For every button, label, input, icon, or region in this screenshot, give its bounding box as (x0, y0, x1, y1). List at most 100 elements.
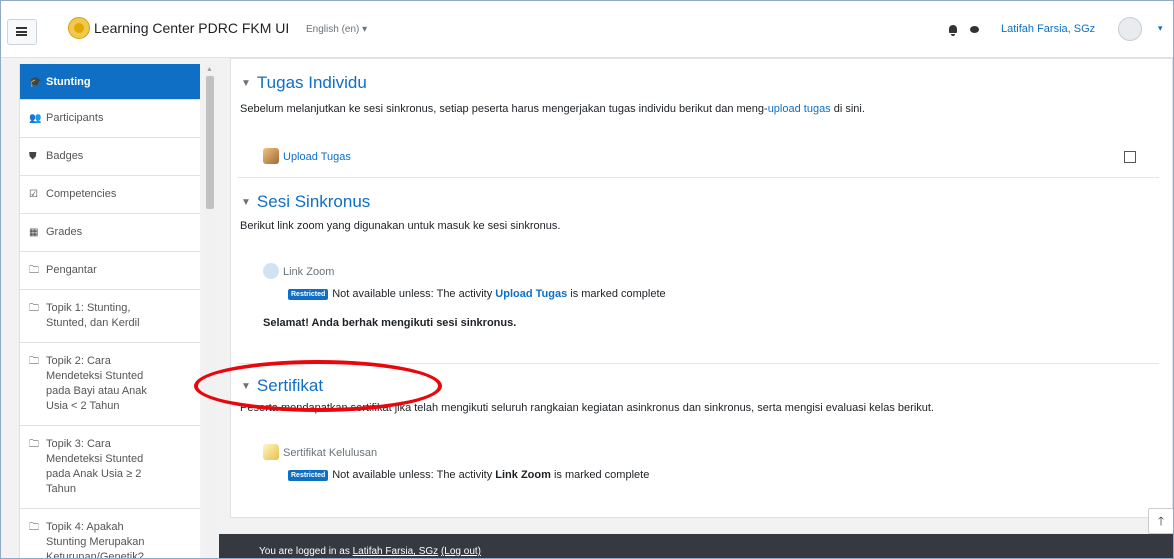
caret-down-icon[interactable]: ▾ (1158, 23, 1163, 34)
avatar[interactable] (1118, 17, 1142, 41)
site-logo[interactable] (68, 17, 90, 39)
sidebar-item-line: Tahun (46, 483, 76, 495)
sidebar-item-line: Participants (46, 112, 104, 124)
sidebar-item-label: Participants (46, 111, 176, 126)
restriction-activity-link[interactable]: Upload Tugas (495, 288, 567, 300)
completion-checkbox[interactable] (1124, 151, 1136, 163)
restriction-activity-name: Link Zoom (495, 469, 551, 481)
restriction-text-end: is marked complete (567, 288, 666, 300)
sidebar-item-line: Stunted, dan Kerdil (46, 317, 140, 329)
nav-drawer: 🎓 Stunting 👥 Participants ⛊ Badges ☑ Competenci… (1, 58, 219, 559)
login-info-prefix: You are logged in as (259, 546, 353, 557)
sidebar-item[interactable]: 🗀 Topik 4: Apakah Stunting Merupakan Keturu… (20, 509, 200, 559)
collapse-icon[interactable]: ▼ (241, 78, 251, 89)
summary-text: Sebelum melanjutkan ke sesi sinkronus, s… (240, 103, 768, 115)
login-info: You are logged in as Latifah Farsia, SGz… (259, 546, 481, 557)
sidebar-item-label: Badges (46, 149, 176, 164)
section-title[interactable]: ▼ Sesi Sinkronus (241, 192, 370, 212)
collapse-icon[interactable]: ▼ (241, 197, 251, 208)
scrollbar-thumb[interactable] (206, 76, 214, 209)
sidebar-item-label: Competencies (46, 187, 176, 202)
profile-link[interactable]: Latifah Farsia, SGz (353, 546, 439, 557)
sidebar-item[interactable]: ▦ Grades (20, 214, 200, 252)
section-title-text: Tugas Individu (256, 73, 367, 92)
sidebar-item-line: Topik 3: Cara (46, 438, 111, 450)
course-content: ▼ Tugas Individu Sebelum melanjutkan ke s… (230, 58, 1173, 518)
folder-icon: 🗀 (29, 356, 39, 367)
folder-icon: 🗀 (29, 265, 39, 276)
sidebar-item-line: Keturunan/Genetik? (46, 551, 144, 559)
activity-upload-tugas[interactable]: Upload Tugas (263, 148, 351, 164)
activity-link-zoom: Link Zoom (263, 263, 334, 279)
sidebar-item-label: Topik 1: Stunting, Stunted, dan Kerdil (46, 301, 176, 331)
restricted-badge: Restricted (288, 470, 329, 481)
assignment-icon (263, 148, 279, 164)
browser-frame: Learning Center PDRC FKM UI English (en)… (0, 0, 1174, 559)
folder-icon: 🗀 (29, 522, 39, 533)
checkbox-icon: ☑ (29, 189, 38, 200)
sidebar-item-line: Competencies (46, 188, 117, 200)
summary-text-end: di sini. (830, 103, 865, 115)
back-to-top-button[interactable]: 🡑 (1148, 508, 1173, 534)
language-menu[interactable]: English (en) ▾ (306, 24, 367, 35)
section-title[interactable]: ▼ Tugas Individu (241, 73, 367, 93)
sidebar-item-line: Grades (46, 226, 83, 238)
chat-icon[interactable] (970, 26, 979, 33)
sidebar-item[interactable]: 🗀 Topik 1: Stunting, Stunted, dan Kerdil (20, 290, 200, 343)
section-sertifikat: ▼ Sertifikat Peserta mendapatkan sertifik… (231, 363, 1159, 503)
sidebar-item-label: Grades (46, 225, 176, 240)
sidebar-item[interactable]: 🗀 Topik 3: Cara Mendeteksi Stunted pada Ana… (20, 426, 200, 509)
section-title-text: Sesi Sinkronus (256, 192, 371, 211)
hamburger-icon (16, 27, 27, 36)
sidebar-item[interactable]: 🎓 Stunting (20, 64, 200, 100)
section-divider (238, 177, 1159, 178)
sidebar-item-label: Topik 4: Apakah Stunting Merupakan Keturun… (46, 520, 176, 559)
restriction-info: Restricted Not available unless: The acti… (288, 469, 649, 481)
bell-icon[interactable] (949, 25, 957, 36)
section-sesi-sinkronus: ▼ Sesi Sinkronus Berikut link zoom yang d… (231, 177, 1159, 363)
restriction-text-end: is marked complete (550, 469, 650, 481)
arrow-up-icon: 🡑 (1157, 514, 1165, 528)
completion-notice: Selamat! Anda berhak mengikuti sesi sink… (263, 317, 517, 329)
section-summary: Berikut link zoom yang digunakan untuk m… (240, 220, 561, 232)
section-title[interactable]: ▼ Sertifikat (241, 376, 323, 396)
activity-sertifikat-kelulusan: Sertifikat Kelulusan (263, 444, 377, 460)
scroll-up-icon[interactable]: ▲ (206, 66, 213, 73)
top-navbar: Learning Center PDRC FKM UI English (en)… (1, 1, 1173, 58)
section-summary: Sebelum melanjutkan ke sesi sinkronus, s… (240, 103, 865, 115)
sidebar-item-label: Topik 2: Cara Mendeteksi Stunted pada Bayi… (46, 354, 176, 414)
collapse-icon[interactable]: ▼ (241, 381, 251, 392)
sidebar-item-line: Topik 2: Cara (46, 355, 111, 367)
drawer-list: 🎓 Stunting 👥 Participants ⛊ Badges ☑ Competenci… (19, 64, 200, 559)
sidebar-item-line: Pengantar (46, 264, 97, 276)
activity-link[interactable]: Upload Tugas (283, 151, 351, 163)
sidebar-item[interactable]: 👥 Participants (20, 100, 200, 138)
sidebar-item-line: Topik 1: Stunting, (46, 302, 131, 314)
menu-toggle-button[interactable] (7, 19, 37, 45)
page-footer: You are logged in as Latifah Farsia, SGz… (219, 534, 1173, 558)
section-divider (238, 363, 1159, 364)
sidebar-item-line: pada Bayi atau Anak (46, 385, 147, 397)
sidebar-item[interactable]: 🗀 Pengantar (20, 252, 200, 290)
sidebar-item-line: Badges (46, 150, 84, 162)
graduation-cap-icon: 🎓 (29, 77, 42, 88)
user-menu-name[interactable]: Latifah Farsia, SGz (1001, 23, 1095, 35)
logout-link[interactable]: (Log out) (441, 546, 481, 557)
restricted-badge: Restricted (288, 289, 329, 300)
table-icon: ▦ (29, 227, 39, 238)
sidebar-item[interactable]: 🗀 Topik 2: Cara Mendeteksi Stunted pada Bay… (20, 343, 200, 426)
sidebar-item-line: Usia < 2 Tahun (46, 400, 120, 412)
drawer-scrollbar[interactable]: ▲ (204, 64, 216, 558)
sidebar-item-line: Stunting Merupakan (46, 536, 145, 548)
sidebar-item-line: Mendeteksi Stunted (46, 453, 144, 465)
users-icon: 👥 (29, 113, 42, 124)
section-summary: Peserta mendapatkan sertifikat jika tela… (240, 402, 934, 414)
upload-tugas-link[interactable]: upload tugas (768, 103, 831, 115)
sidebar-item-line: Mendeteksi Stunted (46, 370, 144, 382)
site-name[interactable]: Learning Center PDRC FKM UI (94, 20, 289, 36)
sidebar-item[interactable]: ⛊ Badges (20, 138, 200, 176)
section-title-text: Sertifikat (256, 376, 324, 395)
shield-icon: ⛊ (29, 151, 37, 162)
sidebar-item[interactable]: ☑ Competencies (20, 176, 200, 214)
sidebar-item-label: Topik 3: Cara Mendeteksi Stunted pada Anak… (46, 437, 176, 497)
